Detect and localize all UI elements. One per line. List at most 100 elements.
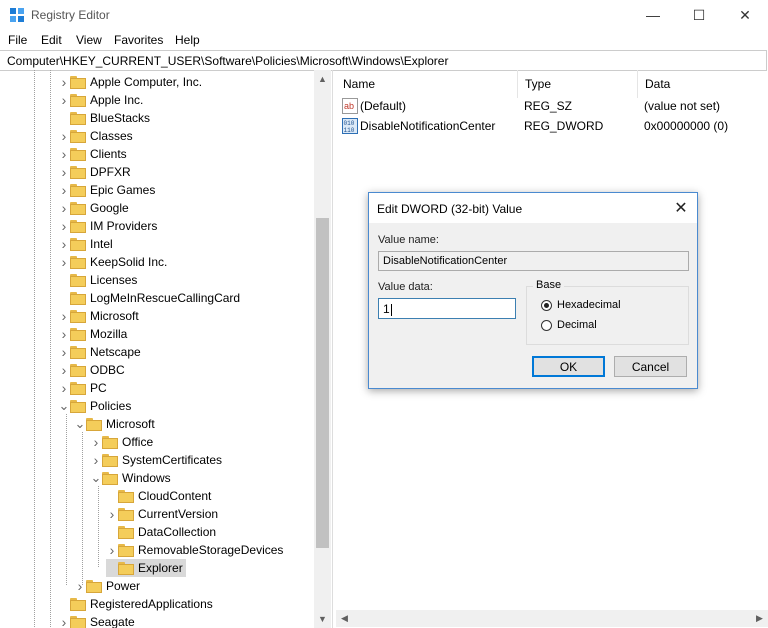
- chevron-right-icon[interactable]: ›: [58, 73, 70, 91]
- tree-node[interactable]: › DPFXR: [58, 163, 134, 181]
- chevron-right-icon[interactable]: ›: [106, 541, 118, 559]
- close-button[interactable]: ✕: [722, 0, 768, 30]
- chevron-right-icon[interactable]: ›: [58, 127, 70, 145]
- tree-node[interactable]: › Intel: [58, 235, 116, 253]
- menu-file[interactable]: File: [8, 33, 27, 47]
- tree-node[interactable]: › Apple Computer, Inc.: [58, 73, 205, 91]
- menu-edit[interactable]: Edit: [41, 33, 62, 47]
- tree-vertical-scrollbar[interactable]: ▲ ▼: [314, 70, 331, 628]
- chevron-down-icon[interactable]: ⌄: [58, 397, 70, 415]
- tree-node[interactable]: › ODBC: [58, 361, 128, 379]
- minimize-button[interactable]: —: [630, 0, 676, 30]
- chevron-right-icon[interactable]: ›: [58, 145, 70, 163]
- folder-icon: [70, 165, 86, 179]
- chevron-right-icon[interactable]: ›: [58, 163, 70, 181]
- chevron-right-icon[interactable]: ›: [74, 577, 86, 595]
- tree-node[interactable]: › PC: [58, 379, 110, 397]
- chevron-right-icon[interactable]: ›: [58, 91, 70, 109]
- chevron-right-icon[interactable]: ›: [90, 433, 102, 451]
- chevron-right-icon[interactable]: ›: [58, 343, 70, 361]
- value-name: DisableNotificationCenter: [360, 119, 496, 133]
- cancel-button[interactable]: Cancel: [614, 356, 687, 377]
- dialog-title-bar: Edit DWORD (32-bit) Value ✕: [369, 193, 697, 223]
- chevron-down-icon[interactable]: ⌄: [90, 469, 102, 487]
- tree-node[interactable]: › Seagate: [58, 613, 138, 628]
- column-header-type[interactable]: Type: [518, 70, 638, 98]
- column-header-name[interactable]: Name: [336, 70, 518, 98]
- tree-node[interactable]: RegisteredApplications: [58, 595, 216, 613]
- tree-node[interactable]: › Microsoft: [58, 307, 142, 325]
- chevron-right-icon[interactable]: ›: [58, 253, 70, 271]
- scroll-left-arrow-icon[interactable]: ◀: [336, 610, 353, 627]
- tree-node[interactable]: ⌄ Policies: [58, 397, 134, 415]
- value-data-input[interactable]: 1: [378, 298, 516, 319]
- tree-node-label: Licenses: [90, 273, 138, 287]
- chevron-right-icon[interactable]: ›: [58, 307, 70, 325]
- base-groupbox: Base Hexadecimal Decimal: [526, 279, 689, 345]
- ok-button[interactable]: OK: [532, 356, 605, 377]
- chevron-right-icon[interactable]: ›: [58, 217, 70, 235]
- list-row[interactable]: ab (Default) REG_SZ (value not set): [340, 97, 760, 115]
- folder-icon: [70, 255, 86, 269]
- tree-node[interactable]: › Epic Games: [58, 181, 158, 199]
- tree-node-label: Apple Inc.: [90, 93, 144, 107]
- chevron-right-icon[interactable]: ›: [106, 505, 118, 523]
- tree-node-label: Netscape: [90, 345, 141, 359]
- column-header-data[interactable]: Data: [638, 70, 768, 98]
- scroll-up-arrow-icon[interactable]: ▲: [314, 70, 331, 87]
- scroll-down-arrow-icon[interactable]: ▼: [314, 610, 331, 627]
- tree-node-label: Seagate: [90, 615, 135, 628]
- tree-node[interactable]: › Google: [58, 199, 132, 217]
- chevron-right-icon[interactable]: ›: [58, 199, 70, 217]
- chevron-right-icon[interactable]: ›: [58, 325, 70, 343]
- tree-node[interactable]: CloudContent: [106, 487, 214, 505]
- tree-node-label: ODBC: [90, 363, 125, 377]
- chevron-right-icon[interactable]: ›: [58, 613, 70, 628]
- tree-node[interactable]: BlueStacks: [58, 109, 153, 127]
- chevron-right-icon[interactable]: ›: [58, 181, 70, 199]
- tree-node[interactable]: › IM Providers: [58, 217, 160, 235]
- tree-node[interactable]: › Clients: [58, 145, 130, 163]
- chevron-right-icon[interactable]: ›: [58, 235, 70, 253]
- value-name-field[interactable]: DisableNotificationCenter: [378, 251, 689, 271]
- tree-node[interactable]: Explorer: [106, 559, 186, 577]
- tree-node[interactable]: › Apple Inc.: [58, 91, 146, 109]
- tree-node[interactable]: › CurrentVersion: [106, 505, 221, 523]
- menu-help[interactable]: Help: [175, 33, 200, 47]
- tree-scroll-thumb[interactable]: [316, 218, 329, 548]
- tree-node[interactable]: DataCollection: [106, 523, 219, 541]
- tree-node[interactable]: Licenses: [58, 271, 140, 289]
- folder-icon: [70, 219, 86, 233]
- registry-tree: › Apple Computer, Inc. › Apple Inc. BlueStac…: [0, 70, 333, 628]
- window-title: Registry Editor: [31, 8, 110, 22]
- folder-icon: [102, 471, 118, 485]
- chevron-right-icon[interactable]: ›: [58, 361, 70, 379]
- maximize-button[interactable]: ☐: [676, 0, 722, 30]
- tree-node[interactable]: › Classes: [58, 127, 136, 145]
- address-path[interactable]: Computer\HKEY_CURRENT_USER\Software\Poli…: [7, 54, 448, 68]
- scroll-right-arrow-icon[interactable]: ▶: [751, 610, 768, 627]
- tree-node[interactable]: LogMeInRescueCallingCard: [58, 289, 243, 307]
- tree-node[interactable]: › Mozilla: [58, 325, 130, 343]
- tree-node[interactable]: ⌄ Windows: [90, 469, 174, 487]
- tree-node[interactable]: ⌄ Microsoft: [74, 415, 158, 433]
- tree-node-label: Epic Games: [90, 183, 156, 197]
- menu-view[interactable]: View: [76, 33, 102, 47]
- address-bar[interactable]: Computer\HKEY_CURRENT_USER\Software\Poli…: [0, 50, 767, 71]
- tree-node[interactable]: › RemovableStorageDevices: [106, 541, 286, 559]
- tree-node[interactable]: › SystemCertificates: [90, 451, 225, 469]
- list-horizontal-scrollbar[interactable]: ◀ ▶: [336, 610, 768, 627]
- dialog-close-button[interactable]: ✕: [671, 198, 691, 218]
- list-row[interactable]: 010 110 DisableNotificationCenter REG_DW…: [340, 117, 760, 135]
- tree-node[interactable]: › KeepSolid Inc.: [58, 253, 170, 271]
- tree-node[interactable]: › Power: [74, 577, 143, 595]
- tree-node[interactable]: › Office: [90, 433, 156, 451]
- decimal-radio[interactable]: Decimal: [541, 319, 597, 331]
- tree-node[interactable]: › Netscape: [58, 343, 144, 361]
- hexadecimal-radio[interactable]: Hexadecimal: [541, 299, 621, 311]
- chevron-right-icon[interactable]: ›: [58, 379, 70, 397]
- chevron-right-icon[interactable]: ›: [90, 451, 102, 469]
- menu-favorites[interactable]: Favorites: [114, 33, 163, 47]
- tree-node-label: Classes: [90, 129, 133, 143]
- chevron-down-icon[interactable]: ⌄: [74, 415, 86, 433]
